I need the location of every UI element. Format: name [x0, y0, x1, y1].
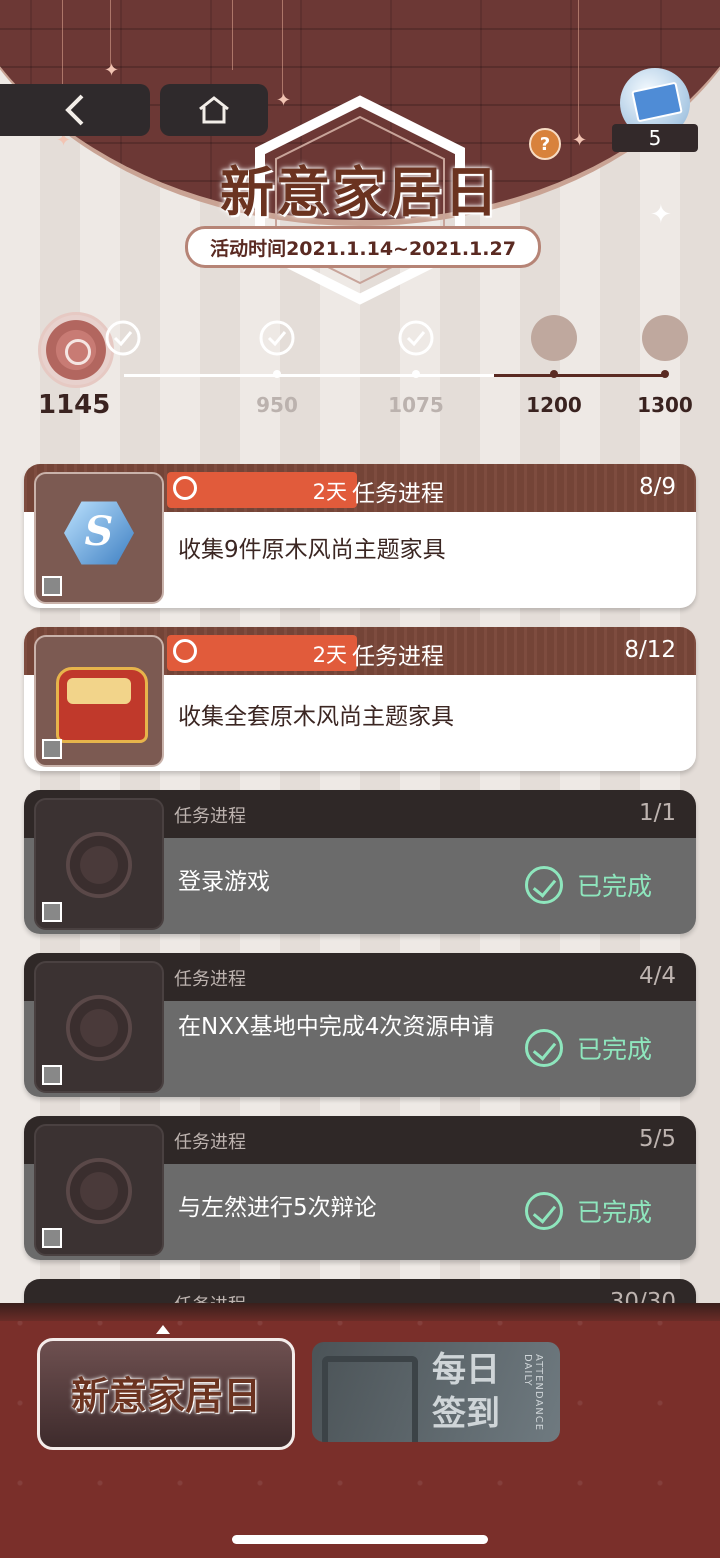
hanging-string [232, 0, 233, 70]
tab-sublabel: ATTENDANCE DAILY [522, 1354, 544, 1432]
stack-icon [42, 1065, 62, 1085]
progress-label: 任务进程 [174, 1132, 246, 1153]
gift-icon [642, 315, 688, 361]
tab-label: 新意家居日 [70, 1373, 261, 1418]
milestone-3[interactable]: 1075 [381, 315, 451, 417]
progress-label: 任务进程 [352, 644, 444, 670]
progress-track-remaining [494, 374, 666, 377]
coin-icon [66, 995, 132, 1061]
task-card-completed[interactable]: 任务进程 1/1 登录游戏 已完成 [24, 790, 696, 934]
points-coin-icon [38, 312, 114, 388]
progress-value: 5/5 [638, 1126, 676, 1152]
reward-thumbnail [34, 798, 164, 930]
milestone-4[interactable]: 1200 [519, 315, 589, 417]
home-indicator[interactable] [232, 1535, 488, 1544]
clipboard-check-icon [322, 1356, 418, 1442]
sofa-icon [56, 667, 148, 743]
clock-icon [173, 639, 197, 663]
event-date-range: 活动时间2021.1.14~2021.1.27 [185, 226, 541, 268]
progress-value: 4/4 [638, 963, 676, 989]
back-button[interactable] [0, 84, 150, 136]
milestone-2[interactable]: 950 [242, 315, 312, 417]
progress-value: 8/12 [624, 637, 676, 663]
chevron-left-icon [65, 94, 84, 126]
stack-icon [42, 1228, 62, 1248]
milestone-label: 950 [256, 393, 298, 417]
check-circle-icon [524, 1192, 563, 1230]
check-badge-icon [105, 320, 141, 356]
status-text: 已完成 [576, 1035, 652, 1064]
ticket-count: 5 [612, 124, 698, 152]
task-description: 在NXX基地中完成4次资源申请 [178, 1014, 495, 1040]
task-description: 与左然进行5次辩论 [178, 1195, 377, 1221]
progress-value: 8/9 [638, 474, 676, 500]
sparkle-icon: ✦ [572, 130, 588, 151]
task-timer: 2天 [167, 472, 357, 508]
status-text: 已完成 [576, 1198, 652, 1227]
reward-thumbnail [34, 961, 164, 1093]
check-circle-icon [524, 866, 563, 904]
stack-icon [42, 902, 62, 922]
completed-status: 已完成 [524, 1029, 652, 1067]
s-gem-icon: S [64, 501, 134, 565]
help-button[interactable]: ? [529, 128, 561, 160]
milestone-label: 1200 [526, 393, 582, 417]
progress-label: 任务进程 [174, 806, 246, 827]
coin-icon [66, 832, 132, 898]
task-description: 收集9件原木风尚主题家具 [178, 537, 446, 563]
timer-text: 2天 [312, 643, 347, 667]
task-card-completed[interactable]: 任务进程 4/4 在NXX基地中完成4次资源申请 已完成 [24, 953, 696, 1097]
completed-status: 已完成 [524, 866, 652, 904]
gift-icon [531, 315, 577, 361]
task-card-completed[interactable]: 任务进程 5/5 与左然进行5次辩论 已完成 [24, 1116, 696, 1260]
coin-icon [66, 1158, 132, 1224]
task-description: 登录游戏 [178, 869, 270, 895]
completed-status: 已完成 [524, 1192, 652, 1230]
tab-label: 每日签到 [432, 1350, 500, 1434]
timer-text: 2天 [312, 480, 347, 504]
progress-label: 任务进程 [352, 481, 444, 507]
reward-thumbnail [34, 635, 164, 767]
reward-thumbnail [34, 1124, 164, 1256]
progress-label: 任务进程 [174, 969, 246, 990]
check-badge-icon [398, 320, 434, 356]
progress-value: 1/1 [638, 800, 676, 826]
tab-daily-attendance[interactable]: 每日签到 ATTENDANCE DAILY [312, 1342, 560, 1442]
task-timer: 2天 [167, 635, 357, 671]
milestone-1[interactable]: 925 [104, 315, 156, 365]
tab-event[interactable]: 新意家居日 [37, 1338, 295, 1450]
active-tab-caret [156, 1325, 170, 1334]
reward-thumbnail: S [34, 472, 164, 604]
stack-icon [42, 576, 62, 596]
check-circle-icon [524, 1029, 563, 1067]
task-card[interactable]: 2天 任务进程 8/12 收集全套原木风尚主题家具 [24, 627, 696, 771]
milestone-label: 1075 [388, 393, 444, 417]
task-card[interactable]: S 2天 任务进程 8/9 收集9件原木风尚主题家具 [24, 464, 696, 608]
check-badge-icon [259, 320, 295, 356]
progress-track-filled [124, 374, 494, 377]
milestone-5[interactable]: 1300 [630, 315, 700, 417]
status-text: 已完成 [576, 872, 652, 901]
milestone-label: 1300 [637, 393, 693, 417]
hanging-string [282, 0, 283, 100]
sparkle-icon: ✦ [650, 200, 672, 230]
event-title: 新意家居日 [220, 160, 500, 224]
clock-icon [173, 476, 197, 500]
stack-icon [42, 739, 62, 759]
current-points: 1145 [38, 390, 111, 420]
sparkle-icon: ✦ [104, 60, 120, 81]
task-description: 收集全套原木风尚主题家具 [178, 704, 454, 730]
hanging-string [578, 0, 579, 140]
